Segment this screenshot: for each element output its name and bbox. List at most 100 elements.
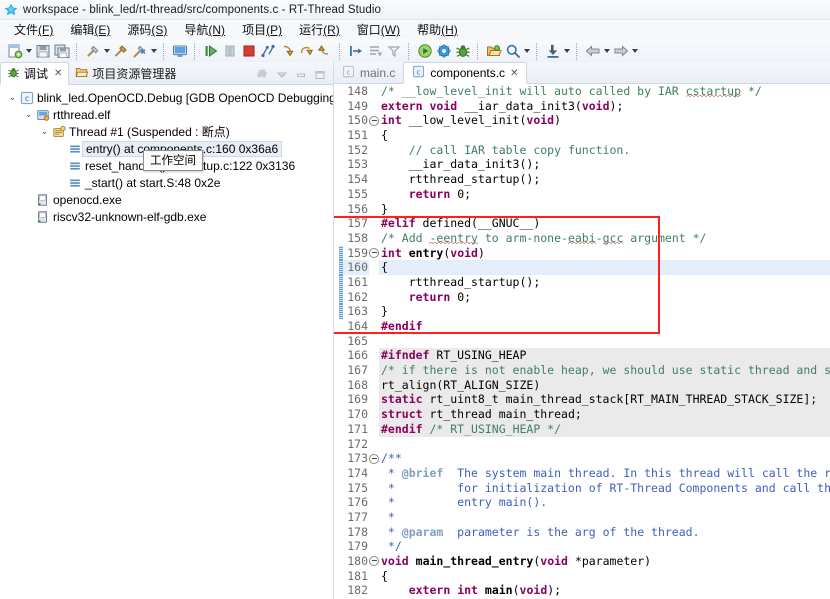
tree-row[interactable]: ⌄ rtthread.elf	[0, 106, 333, 123]
code-line-159[interactable]: 159 int entry(void)	[334, 245, 830, 261]
tree-row[interactable]: ⌄ c blink_led.OpenOCD.Debug [GDB OpenOCD D…	[0, 89, 333, 106]
code-line-179[interactable]: 179 */	[334, 539, 830, 554]
instruction-stepping-icon[interactable]	[346, 42, 365, 61]
code-line-150[interactable]: 150 int __low_level_init(void)	[334, 113, 830, 128]
code-line-170[interactable]: 170 struct rt_thread main_thread;	[334, 407, 830, 422]
suspend-icon[interactable]	[220, 42, 239, 61]
debug-view-tab-调试[interactable]: 调试 ✕	[0, 62, 70, 85]
tree-row[interactable]: _start() at start.S:48 0x2e	[0, 174, 333, 191]
code-line-152[interactable]: 152 // call IAR table copy function.	[334, 143, 830, 158]
chevron-down-icon[interactable]: ⌄	[6, 92, 19, 103]
fold-collapse-icon[interactable]	[369, 115, 379, 126]
search-icon[interactable]	[503, 42, 522, 61]
chevron-down-icon[interactable]	[630, 42, 639, 61]
terminate-icon[interactable]	[239, 42, 258, 61]
code-line-163[interactable]: 163}	[334, 304, 830, 319]
pin-puzzle-icon[interactable]	[257, 69, 269, 84]
tree-row[interactable]: openocd.exe	[0, 191, 333, 208]
forward-arrow-icon[interactable]	[611, 42, 630, 61]
code-line-164[interactable]: 164 #endif	[334, 319, 830, 334]
chevron-down-icon[interactable]	[24, 42, 33, 61]
menu-item-4[interactable]: 项目(P)	[234, 20, 291, 39]
chevron-down-icon[interactable]	[562, 42, 571, 61]
build-hammer-icon[interactable]	[83, 42, 102, 61]
code-line-160[interactable]: 160 {	[334, 260, 830, 275]
drop-to-frame-icon[interactable]	[365, 42, 384, 61]
code-line-161[interactable]: 161 rtthread_startup();	[334, 274, 830, 290]
code-line-177[interactable]: 177 *	[334, 510, 830, 525]
new-wizard-icon[interactable]	[5, 42, 24, 61]
code-line-149[interactable]: 149 extern void __iar_data_init3(void);	[334, 99, 830, 114]
code-line-162[interactable]: 162 return 0;	[334, 289, 830, 305]
build-clean-icon[interactable]	[111, 42, 130, 61]
save-all-icon[interactable]	[52, 42, 71, 61]
use-step-filters-icon[interactable]	[384, 42, 403, 61]
debug-gear-icon[interactable]	[434, 42, 453, 61]
code-line-171[interactable]: 171 #endif /* RT_USING_HEAP */	[334, 421, 830, 437]
menu-item-6[interactable]: 窗口(W)	[349, 20, 409, 39]
code-line-167[interactable]: 167 /* if there is not enable heap, we sh…	[334, 363, 830, 378]
code-line-155[interactable]: 155 return 0;	[334, 187, 830, 202]
code-line-165[interactable]: 165	[334, 334, 830, 349]
code-line-175[interactable]: 175 * for initialization of RT-Thread Co…	[334, 481, 830, 496]
code-line-181[interactable]: 181 {	[334, 569, 830, 584]
maximize-icon[interactable]	[314, 69, 326, 84]
fold-collapse-icon[interactable]	[369, 247, 379, 258]
chevron-down-icon[interactable]	[102, 42, 111, 61]
code-line-148[interactable]: 148 /* __low_level_init will auto called …	[334, 84, 830, 99]
code-line-173[interactable]: 173 /**	[334, 451, 830, 466]
code-line-182[interactable]: 182 extern int main(void);	[334, 583, 830, 598]
code-line-174[interactable]: 174 * @brief The system main thread. In …	[334, 466, 830, 481]
menu-item-1[interactable]: 编辑(E)	[62, 20, 119, 39]
resume-icon[interactable]	[201, 42, 220, 61]
open-resource-icon[interactable]	[484, 42, 503, 61]
minimize-icon[interactable]	[295, 69, 307, 84]
close-icon[interactable]: ✕	[510, 68, 518, 79]
tree-row[interactable]: riscv32-unknown-elf-gdb.exe	[0, 208, 333, 225]
chevron-down-icon[interactable]: ⌄	[22, 109, 35, 120]
editor-tab-main.c[interactable]: c main.c	[334, 63, 403, 83]
view-menu-icon[interactable]	[276, 69, 288, 84]
code-line-154[interactable]: 154 rtthread_startup();	[334, 172, 830, 187]
code-lines[interactable]: 148 /* __low_level_init will auto called …	[334, 84, 830, 599]
code-line-168[interactable]: 168 rt_align(RT_ALIGN_SIZE)	[334, 377, 830, 393]
menu-item-2[interactable]: 源码(S)	[119, 20, 176, 39]
menu-item-5[interactable]: 运行(R)	[291, 20, 349, 39]
code-line-172[interactable]: 172	[334, 437, 830, 452]
fold-collapse-icon[interactable]	[369, 453, 379, 464]
code-line-166[interactable]: 166 #ifndef RT_USING_HEAP	[334, 348, 830, 364]
debug-view-tab-项目资源管理器[interactable]: 项目资源管理器	[69, 63, 182, 84]
fold-collapse-icon[interactable]	[369, 556, 379, 567]
close-icon[interactable]: ✕	[54, 68, 62, 79]
debug-bug-icon[interactable]	[453, 42, 472, 61]
step-return-icon[interactable]	[315, 42, 334, 61]
menu-item-7[interactable]: 帮助(H)	[409, 20, 467, 39]
chevron-down-icon[interactable]: ⌄	[38, 126, 51, 137]
code-line-156[interactable]: 156}	[334, 202, 830, 217]
save-icon[interactable]	[33, 42, 52, 61]
menu-item-3[interactable]: 导航(N)	[176, 20, 234, 39]
chevron-down-icon[interactable]	[602, 42, 611, 61]
source-editor[interactable]: 148 /* __low_level_init will auto called …	[334, 84, 830, 599]
import-icon[interactable]	[543, 42, 562, 61]
code-line-176[interactable]: 176 * entry main().	[334, 495, 830, 510]
step-over-icon[interactable]	[296, 42, 315, 61]
code-line-178[interactable]: 178 * @param parameter is the arg of the…	[334, 525, 830, 540]
menu-item-0[interactable]: 文件(F)	[6, 20, 62, 39]
back-arrow-icon[interactable]	[583, 42, 602, 61]
step-into-icon[interactable]	[277, 42, 296, 61]
build-settings-icon[interactable]	[130, 42, 149, 61]
tree-row[interactable]: ⌄ Thread #1 (Suspended : 断点)	[0, 123, 333, 140]
disconnect-icon[interactable]	[258, 42, 277, 61]
editor-tab-components.c[interactable]: c components.c ✕	[403, 62, 528, 84]
code-line-158[interactable]: 158 /* Add -eentry to arm-none-eabi-gcc a…	[334, 230, 830, 246]
code-line-157[interactable]: 157 #elif defined(__GNUC__)	[334, 216, 830, 231]
code-line-153[interactable]: 153 __iar_data_init3();	[334, 157, 830, 172]
chevron-down-icon[interactable]	[149, 42, 158, 61]
run-icon[interactable]	[415, 42, 434, 61]
code-line-169[interactable]: 169 static rt_uint8_t main_thread_stack[R…	[334, 392, 830, 408]
code-line-180[interactable]: 180 void main_thread_entry(void *paramete…	[334, 554, 830, 569]
chevron-down-icon[interactable]	[522, 42, 531, 61]
code-line-151[interactable]: 151 {	[334, 128, 830, 143]
terminal-icon[interactable]	[170, 42, 189, 61]
